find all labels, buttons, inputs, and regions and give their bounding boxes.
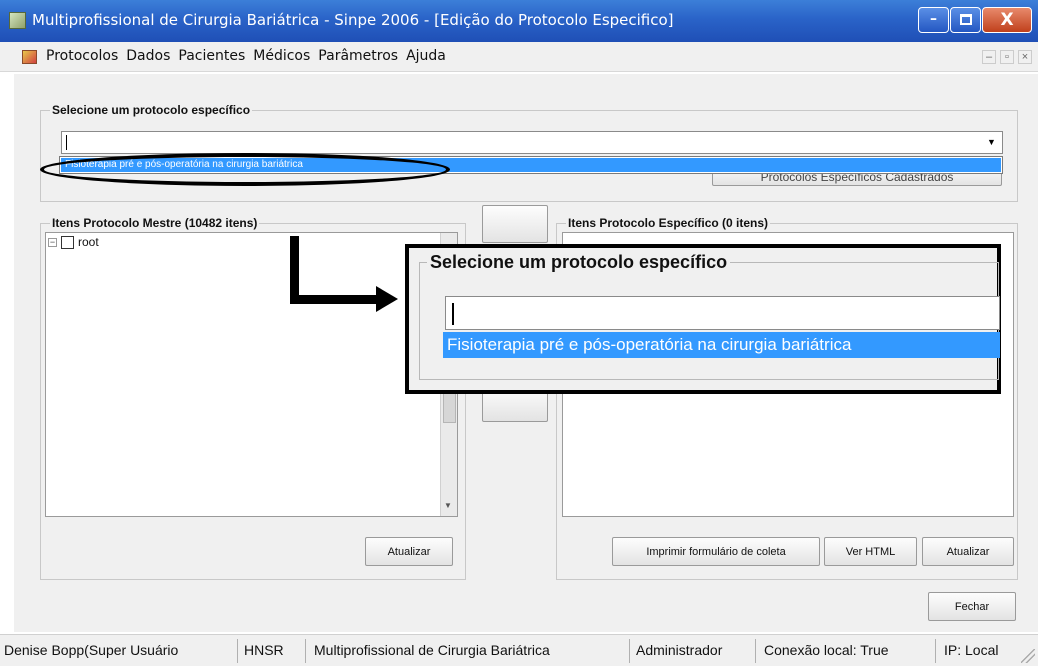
callout-arrow-shaft-horizontal — [290, 295, 380, 304]
maximize-button[interactable] — [950, 7, 981, 33]
callout-arrow-head — [376, 286, 398, 312]
tree-collapse-icon[interactable]: − — [48, 237, 57, 247]
menu-parametros[interactable]: Parâmetros — [318, 48, 398, 64]
tree-root-row[interactable]: − root — [48, 235, 99, 249]
menu-pacientes[interactable]: Pacientes — [178, 48, 245, 64]
view-html-button[interactable]: Ver HTML — [824, 537, 917, 566]
close-button[interactable]: Fechar — [928, 592, 1016, 621]
status-module: Multiprofissional de Cirurgia Bariátrica — [312, 639, 630, 663]
status-connection: Conexão local: True — [762, 639, 936, 663]
mdi-restore-button[interactable]: ▫ — [1000, 50, 1014, 64]
add-item-button[interactable] — [482, 205, 548, 243]
close-window-button[interactable]: X — [982, 7, 1032, 33]
status-role: Administrador — [634, 639, 756, 663]
menu-dados[interactable]: Dados — [126, 48, 170, 64]
menu-ajuda[interactable]: Ajuda — [406, 48, 446, 64]
callout-arrow-shaft — [290, 236, 299, 304]
status-unit: HNSR — [242, 639, 306, 663]
status-bar: Denise Bopp(Super Usuário HNSR Multiprof… — [0, 634, 1038, 666]
menu-items: Protocolos Dados Pacientes Médicos Parâm… — [46, 48, 446, 64]
master-items-title: Itens Protocolo Mestre (10482 itens) — [50, 216, 260, 230]
protocol-selector-title: Selecione um protocolo específico — [50, 103, 253, 117]
zoom-callout: Selecione um protocolo específico Fisiot… — [405, 244, 1001, 394]
menu-protocolos[interactable]: Protocolos — [46, 48, 118, 64]
specific-refresh-button[interactable]: Atualizar — [922, 537, 1014, 566]
master-refresh-button[interactable]: Atualizar — [365, 537, 453, 566]
callout-group-title: Selecione um protocolo específico — [427, 252, 731, 273]
specific-items-title: Itens Protocolo Específico (0 itens) — [566, 216, 771, 230]
menu-medicos[interactable]: Médicos — [253, 48, 310, 64]
mdi-minimize-button[interactable]: – — [982, 50, 996, 64]
status-user: Denise Bopp(Super Usuário — [2, 639, 238, 663]
window-title: Multiprofissional de Cirurgia Bariátrica… — [32, 11, 674, 29]
callout-combo — [445, 296, 1000, 330]
maximize-icon — [960, 14, 972, 25]
document-icon[interactable] — [22, 50, 37, 64]
callout-selected-option: Fisioterapia pré e pós-operatória na cir… — [443, 332, 1000, 358]
minimize-button[interactable]: – — [918, 7, 949, 33]
callout-text-caret — [452, 303, 454, 325]
dropdown-arrow-icon[interactable]: ▼ — [983, 134, 1000, 151]
print-form-button[interactable]: Imprimir formulário de coleta — [612, 537, 820, 566]
resize-grip-icon[interactable] — [1021, 649, 1035, 663]
tree-checkbox[interactable] — [61, 235, 74, 249]
scroll-down-icon[interactable]: ▼ — [444, 501, 452, 510]
tree-root-label: root — [78, 235, 99, 249]
highlight-ellipse — [40, 153, 450, 186]
protocol-combo[interactable]: ▼ — [61, 131, 1003, 154]
app-icon — [9, 12, 26, 29]
scroll-thumb[interactable] — [443, 393, 456, 423]
title-bar[interactable]: Multiprofissional de Cirurgia Bariátrica… — [0, 0, 1038, 42]
text-caret — [66, 135, 67, 150]
master-tree[interactable] — [45, 232, 458, 517]
mdi-close-button[interactable]: × — [1018, 50, 1032, 64]
menu-bar: Protocolos Dados Pacientes Médicos Parâm… — [0, 42, 1038, 72]
status-ip: IP: Local — [944, 642, 999, 658]
